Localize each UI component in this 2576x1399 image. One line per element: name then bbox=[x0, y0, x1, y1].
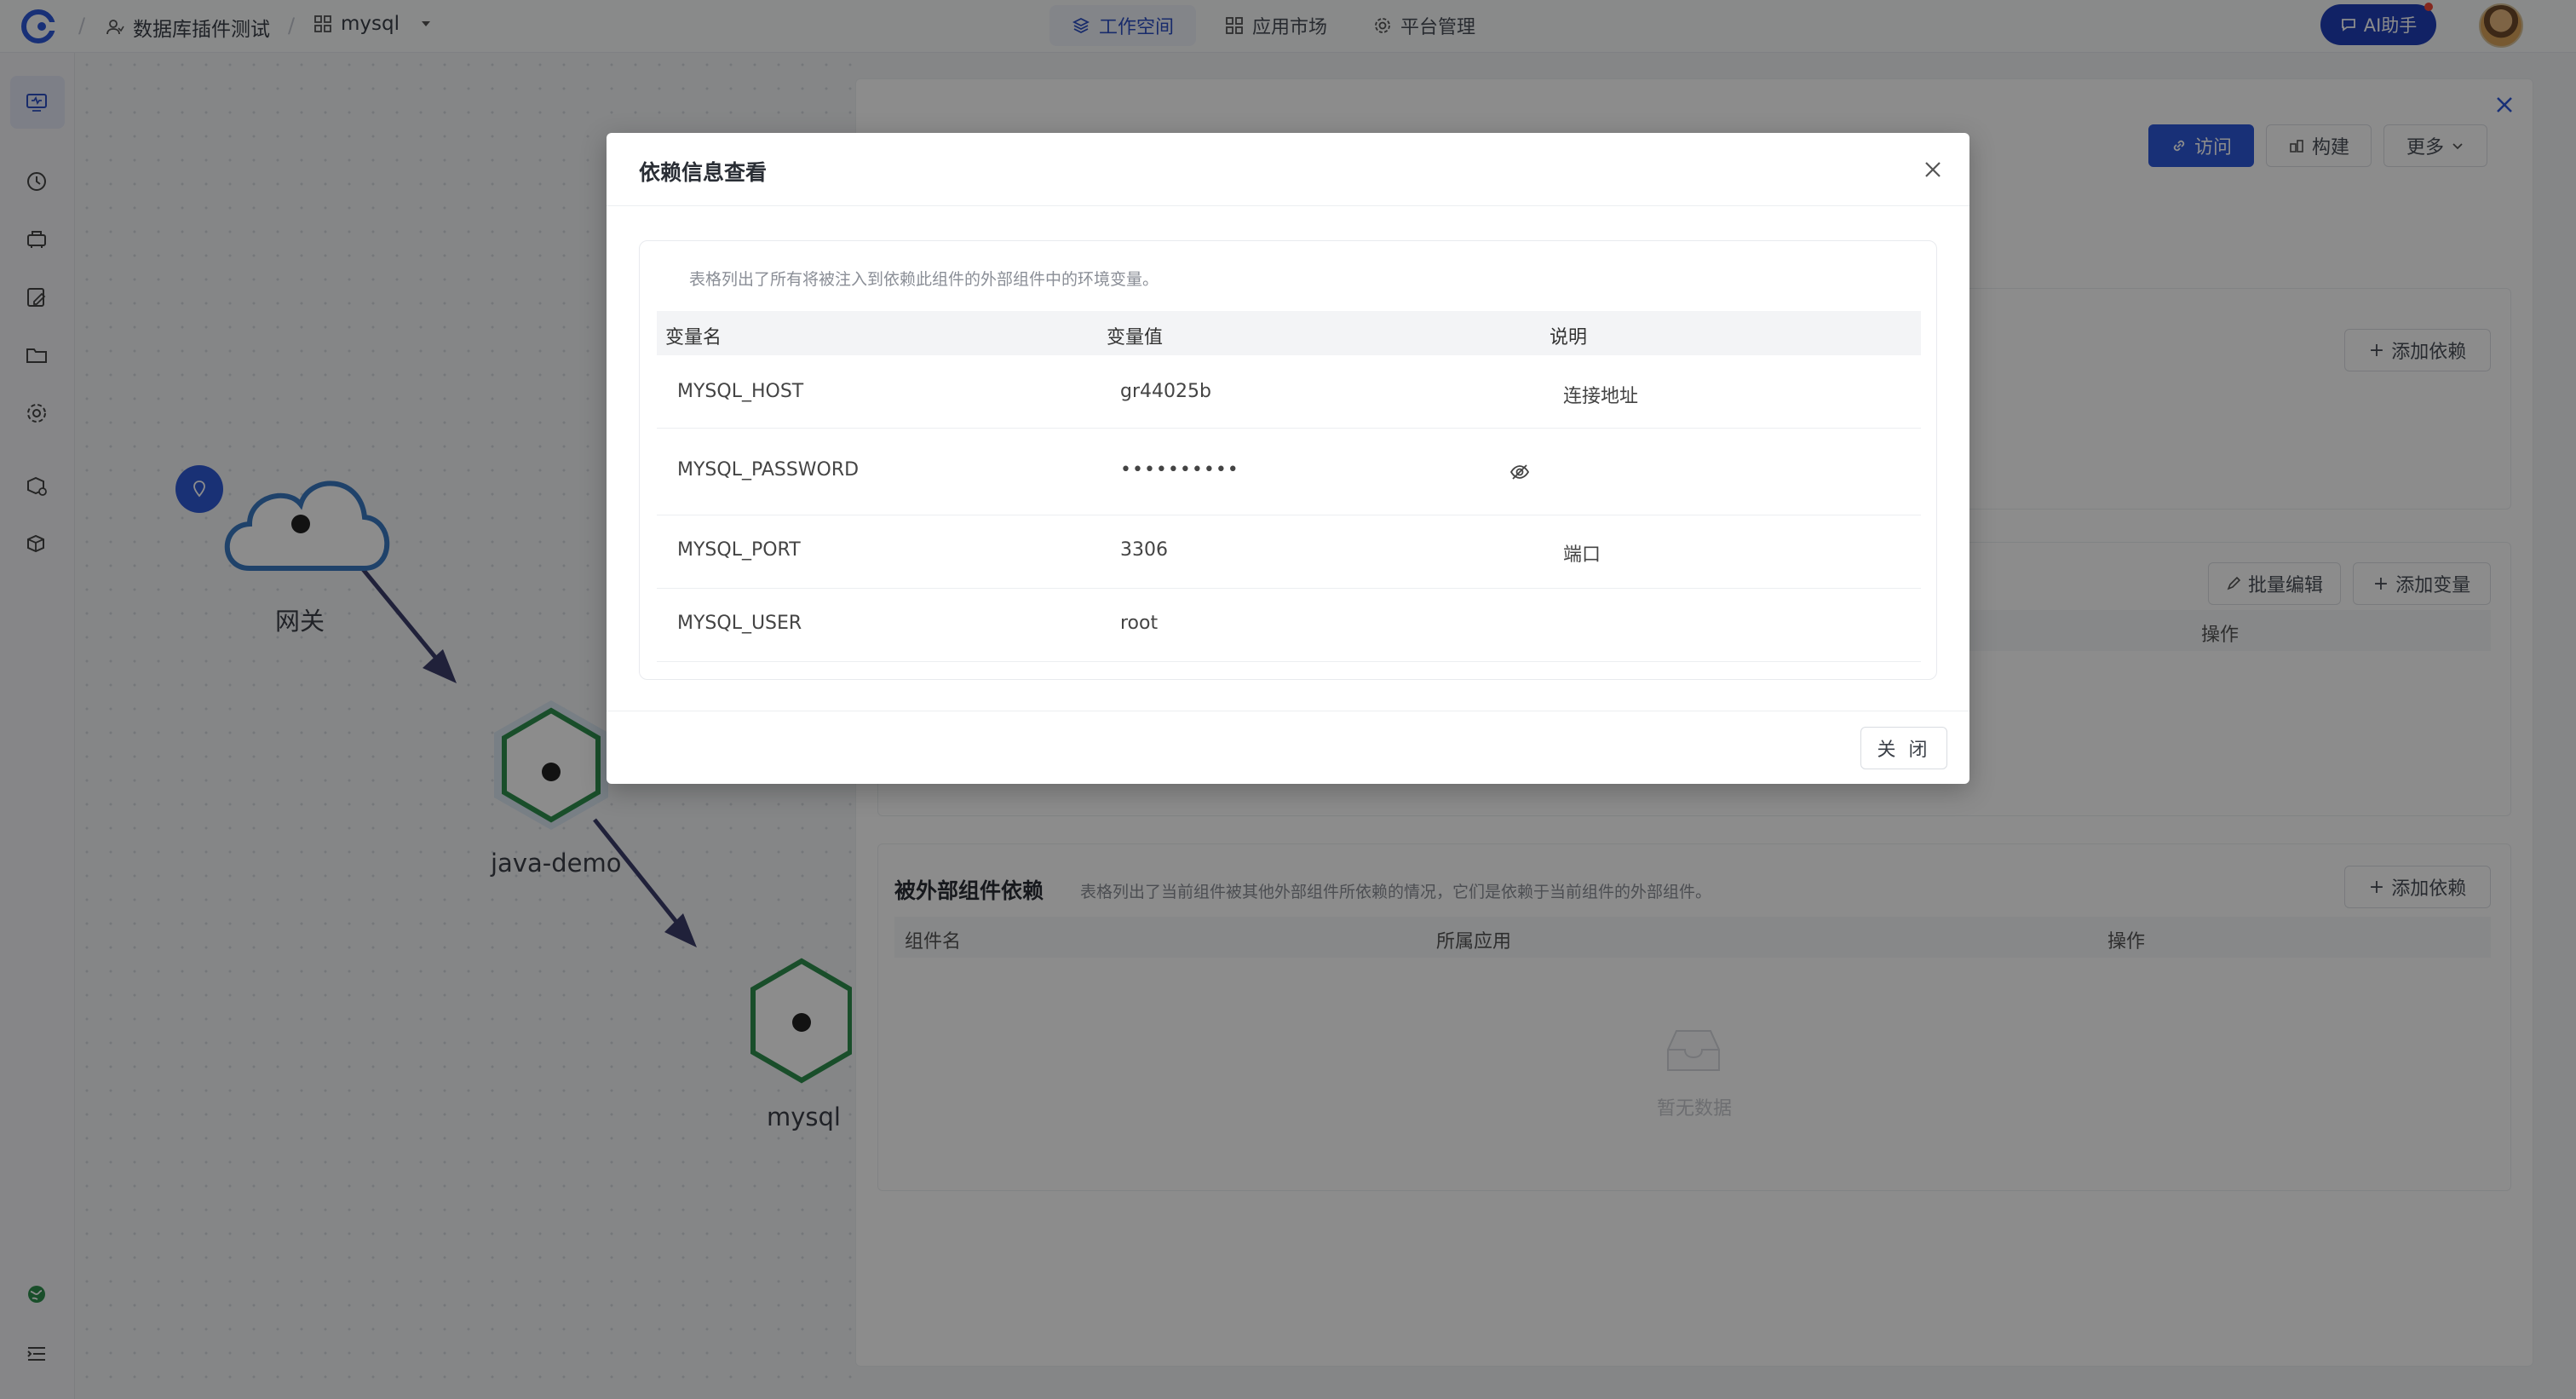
table-row: MYSQL_HOST gr44025b 连接地址 bbox=[657, 355, 1921, 429]
variable-value: gr44025b bbox=[1120, 381, 1211, 402]
eye-off-icon[interactable] bbox=[1509, 461, 1531, 483]
env-table-header: 变量名 变量值 说明 bbox=[657, 311, 1921, 355]
variable-note: 连接地址 bbox=[1563, 386, 1639, 407]
table-row: MYSQL_USER root bbox=[657, 589, 1921, 662]
variable-value: 3306 bbox=[1120, 539, 1168, 561]
variable-note: 端口 bbox=[1563, 544, 1601, 566]
variable-name: MYSQL_PORT bbox=[677, 539, 801, 561]
variable-name: MYSQL_HOST bbox=[677, 381, 804, 402]
modal-title: 依赖信息查看 bbox=[639, 160, 768, 185]
dependency-info-modal: 依赖信息查看 表格列出了所有将被注入到依赖此组件的外部组件中的环境变量。 变量名… bbox=[607, 133, 1969, 784]
variable-value: root bbox=[1120, 613, 1159, 634]
env-variables-card: 表格列出了所有将被注入到依赖此组件的外部组件中的环境变量。 变量名 变量值 说明… bbox=[639, 240, 1937, 680]
modal-description: 表格列出了所有将被注入到依赖此组件的外部组件中的环境变量。 bbox=[689, 270, 1159, 289]
modal-footer: 关 闭 bbox=[607, 711, 1969, 784]
column-variable-value: 变量值 bbox=[1107, 327, 1164, 348]
variable-name: MYSQL_PASSWORD bbox=[677, 459, 860, 481]
table-row: MYSQL_PORT 3306 端口 bbox=[657, 515, 1921, 589]
column-variable-name: 变量名 bbox=[665, 327, 722, 348]
column-note: 说明 bbox=[1550, 327, 1588, 348]
modal-header: 依赖信息查看 bbox=[607, 133, 1969, 206]
close-icon[interactable] bbox=[1920, 157, 1946, 182]
table-row: MYSQL_PASSWORD •••••••••• bbox=[657, 429, 1921, 515]
variable-value-masked: •••••••••• bbox=[1120, 459, 1239, 481]
close-button[interactable]: 关 闭 bbox=[1860, 727, 1947, 769]
variable-name: MYSQL_USER bbox=[677, 613, 802, 634]
